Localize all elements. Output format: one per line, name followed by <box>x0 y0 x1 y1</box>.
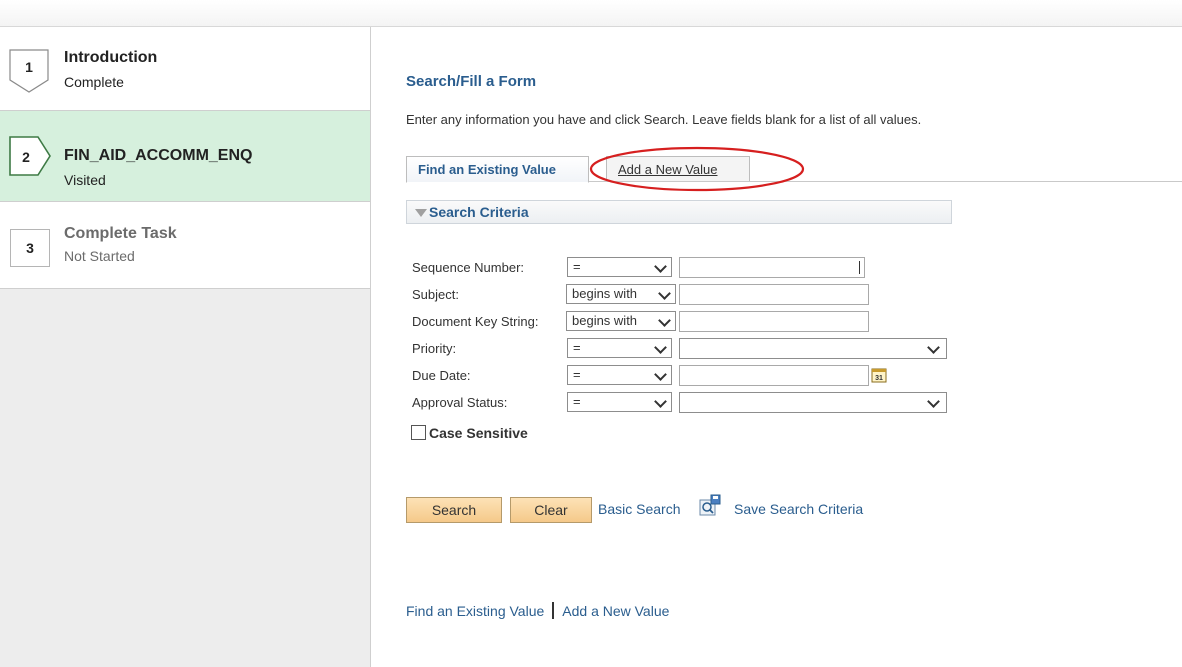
search-criteria-title: Search Criteria <box>429 204 529 220</box>
chevron-down-icon <box>658 287 671 300</box>
operator-select[interactable]: = <box>567 365 672 385</box>
chevron-down-icon <box>927 395 940 408</box>
page-title: Search/Fill a Form <box>406 73 537 90</box>
operator-select[interactable]: = <box>567 257 672 277</box>
link-separator <box>552 602 555 619</box>
instructions-text: Enter any information you have and click… <box>406 112 922 127</box>
step-2-title: FIN_AID_ACCOMM_ENQ <box>64 147 253 164</box>
step-1-title: Introduction <box>64 49 158 66</box>
clear-button[interactable]: Clear <box>510 497 592 523</box>
svg-text:31: 31 <box>875 375 883 382</box>
triangle-down-icon <box>415 209 427 217</box>
basic-search-link[interactable]: Basic Search <box>598 501 680 517</box>
operator-value: = <box>573 259 581 274</box>
chevron-down-icon <box>654 395 667 408</box>
operator-value: begins with <box>572 286 638 301</box>
chevron-down-icon <box>654 341 667 354</box>
step-1-marker-icon: 1 <box>9 49 49 93</box>
chevron-down-icon <box>654 368 667 381</box>
tab-add-new-value[interactable]: Add a New Value <box>606 156 750 182</box>
step-introduction[interactable]: 1 Introduction Complete <box>0 27 370 111</box>
priority-select[interactable] <box>679 338 947 359</box>
field-label: Document Key String: <box>412 314 539 329</box>
find-existing-value-link[interactable]: Find an Existing Value <box>406 603 544 619</box>
tab-add-new-value-accesskey: A <box>618 162 627 177</box>
field-label: Approval Status: <box>412 395 508 410</box>
subject-input[interactable] <box>679 284 869 305</box>
step-2-number: 2 <box>22 149 30 165</box>
save-search-criteria-link[interactable]: Save Search Criteria <box>734 501 863 517</box>
calendar-icon[interactable]: 31 <box>871 367 887 383</box>
tab-find-existing-value[interactable]: Find an Existing Value <box>406 156 589 183</box>
operator-value: = <box>573 340 581 355</box>
step-panel: 1 Introduction Complete 2 FIN_AID_ACCOMM… <box>0 27 371 667</box>
top-bar <box>0 0 1182 27</box>
step-1-number: 1 <box>25 59 33 75</box>
checkbox-box[interactable] <box>411 425 426 440</box>
step-3-number: 3 <box>26 240 34 256</box>
case-sensitive-label: Case Sensitive <box>429 425 528 441</box>
sequence-number-input[interactable] <box>679 257 865 278</box>
save-search-icon[interactable] <box>698 494 722 518</box>
add-new-value-link[interactable]: Add a New Value <box>562 603 669 619</box>
operator-select[interactable]: = <box>567 392 672 412</box>
chevron-down-icon <box>927 341 940 354</box>
field-label: Subject: <box>412 287 459 302</box>
operator-value: = <box>573 394 581 409</box>
tab-add-new-value-label: dd a New Value <box>626 162 718 177</box>
due-date-input[interactable] <box>679 365 869 386</box>
operator-select[interactable]: begins with <box>566 311 676 331</box>
field-label: Due Date: <box>412 368 471 383</box>
operator-select[interactable]: = <box>567 338 672 358</box>
step-complete-task[interactable]: 3 Complete Task Not Started <box>0 202 370 289</box>
search-button[interactable]: Search <box>406 497 502 523</box>
text-cursor <box>859 261 860 274</box>
chevron-down-icon <box>658 314 671 327</box>
step-1-status: Complete <box>64 74 124 90</box>
operator-value: begins with <box>572 313 638 328</box>
search-criteria-header[interactable]: Search Criteria <box>406 200 952 224</box>
document-key-string-input[interactable] <box>679 311 869 332</box>
step-fin-aid-accomm-enq[interactable]: 2 FIN_AID_ACCOMM_ENQ Visited <box>0 111 370 202</box>
operator-select[interactable]: begins with <box>566 284 676 304</box>
operator-value: = <box>573 367 581 382</box>
approval-status-select[interactable] <box>679 392 947 413</box>
step-3-marker-icon: 3 <box>10 229 50 267</box>
field-label: Priority: <box>412 341 457 356</box>
field-label: Sequence Number: <box>412 260 525 275</box>
bottom-links: Find an Existing Value Add a New Value <box>406 602 669 619</box>
case-sensitive-checkbox[interactable]: Case Sensitive <box>411 425 528 441</box>
step-3-title: Complete Task <box>64 225 177 242</box>
step-3-status: Not Started <box>64 248 135 264</box>
step-2-status: Visited <box>64 172 106 188</box>
chevron-down-icon <box>654 260 667 273</box>
step-2-marker-icon: 2 <box>9 136 51 176</box>
